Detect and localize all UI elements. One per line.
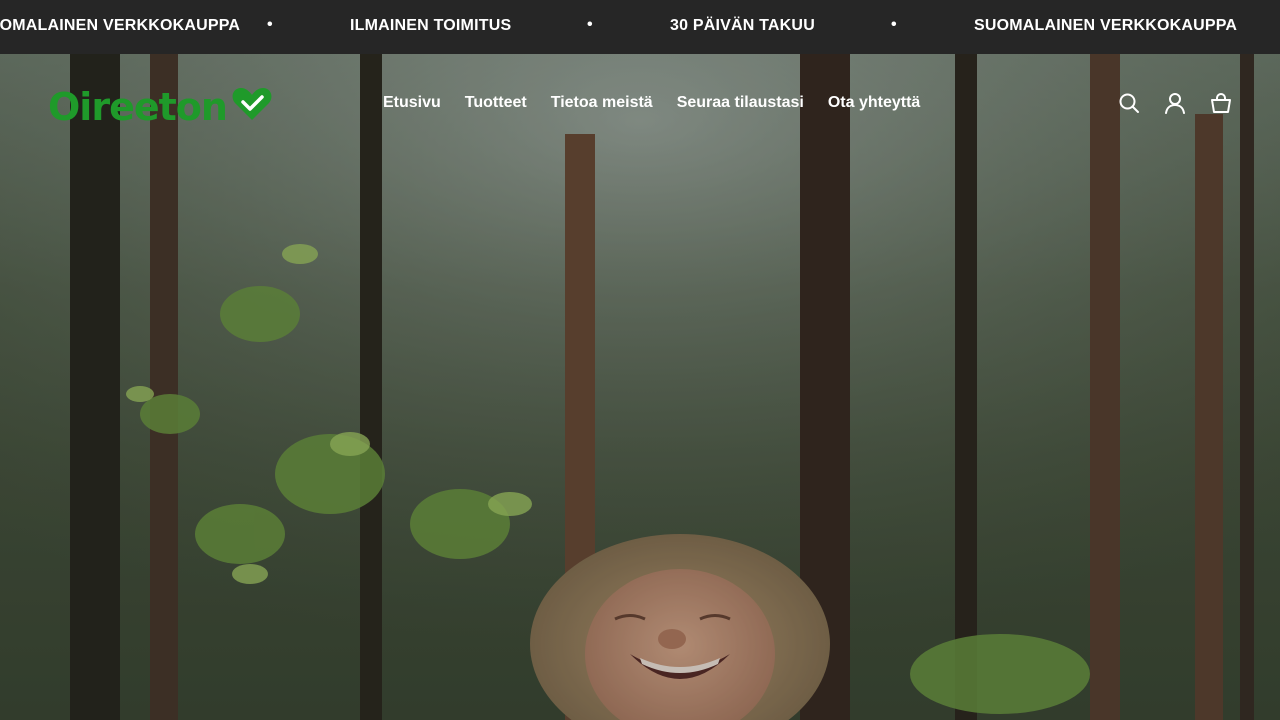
logo[interactable]: Oireeton bbox=[48, 86, 273, 127]
separator-dot: • bbox=[587, 16, 593, 33]
site-header: Oireeton Etusivu Tuotteet Tietoa meistä … bbox=[0, 54, 1280, 154]
announcement-item: SUOMALAINEN VERKKOKAUPPA bbox=[974, 17, 1238, 34]
heart-check-icon bbox=[231, 86, 273, 127]
announcement-item: 30 PÄIVÄN TAKUU bbox=[670, 17, 815, 34]
account-icon[interactable] bbox=[1164, 92, 1186, 114]
separator-dot: • bbox=[891, 16, 897, 33]
announcement-bar: SUOMALAINEN VERKKOKAUPPA • ILMAINEN TOIM… bbox=[0, 0, 1280, 54]
header-tools bbox=[1118, 92, 1232, 114]
search-icon[interactable] bbox=[1118, 92, 1140, 114]
nav-tuotteet[interactable]: Tuotteet bbox=[465, 94, 527, 112]
nav-seuraa-tilaustasi[interactable]: Seuraa tilaustasi bbox=[677, 94, 804, 112]
nav-etusivu[interactable]: Etusivu bbox=[383, 94, 441, 112]
cart-icon[interactable] bbox=[1210, 92, 1232, 114]
announcement-item: SUOMALAINEN VERKKOKAUPPA bbox=[0, 17, 241, 34]
announcement-item: ILMAINEN TOIMITUS bbox=[350, 17, 512, 34]
separator-dot: • bbox=[267, 16, 273, 33]
nav-tietoa-meista[interactable]: Tietoa meistä bbox=[551, 94, 653, 112]
logo-text: Oireeton bbox=[48, 84, 228, 129]
nav-ota-yhteytta[interactable]: Ota yhteyttä bbox=[828, 94, 920, 112]
main-nav: Etusivu Tuotteet Tietoa meistä Seuraa ti… bbox=[383, 94, 920, 112]
